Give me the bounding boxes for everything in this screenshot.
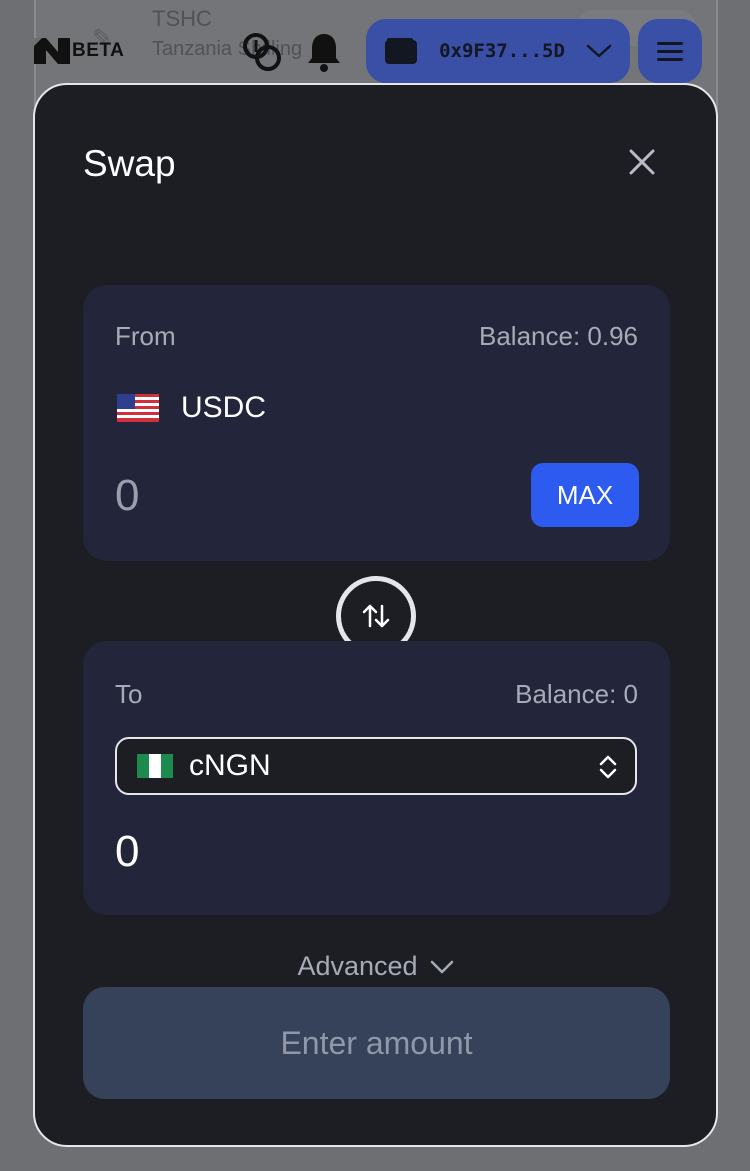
beta-label: BETA [72, 40, 125, 61]
bell-icon [308, 34, 340, 72]
wallet-button[interactable]: 0x9F37...5D [366, 19, 630, 83]
from-amount-input[interactable]: 0 [115, 471, 139, 521]
menu-button[interactable] [638, 19, 702, 83]
from-token: USDC [117, 391, 266, 425]
notifications-button[interactable] [304, 30, 344, 74]
us-flag-icon [117, 394, 159, 422]
to-token-name: cNGN [189, 749, 271, 782]
logo-icon [34, 38, 70, 64]
modal-title: Swap [83, 143, 176, 184]
from-panel: From Balance: 0.96 USDC 0 MAX [83, 285, 670, 561]
from-balance: Balance: 0.96 [478, 321, 638, 351]
app-logo[interactable]: BETA [32, 34, 124, 68]
close-button[interactable] [625, 145, 659, 179]
nigeria-flag-icon [137, 754, 173, 778]
to-balance: Balance: 0 [515, 679, 638, 709]
from-label: From [115, 321, 176, 351]
to-panel: To Balance: 0 cNGN 0 [83, 641, 670, 915]
chevron-down-icon [430, 960, 453, 973]
close-icon [629, 149, 655, 175]
advanced-label: Advanced [297, 951, 418, 981]
to-amount: 0 [115, 827, 140, 876]
swap-arrows-icon [362, 604, 390, 628]
chevron-down-icon [586, 44, 612, 58]
wallet-icon [385, 38, 417, 64]
from-token-name: USDC [181, 391, 267, 424]
to-label: To [115, 679, 143, 709]
advanced-toggle[interactable]: Advanced [35, 951, 716, 982]
select-chevron-icon [599, 755, 617, 779]
to-token-select[interactable]: cNGN [115, 737, 637, 795]
max-button[interactable]: MAX [531, 463, 639, 527]
wallet-address: 0x9F37...5D [439, 40, 565, 62]
hamburger-menu-icon [657, 42, 683, 61]
coins-button[interactable] [240, 30, 284, 74]
swap-modal: Swap From Balance: 0.96 USDC 0 MAX To Ba… [33, 83, 718, 1147]
enter-amount-button[interactable]: Enter amount [83, 987, 670, 1099]
coins-icon [243, 33, 281, 71]
